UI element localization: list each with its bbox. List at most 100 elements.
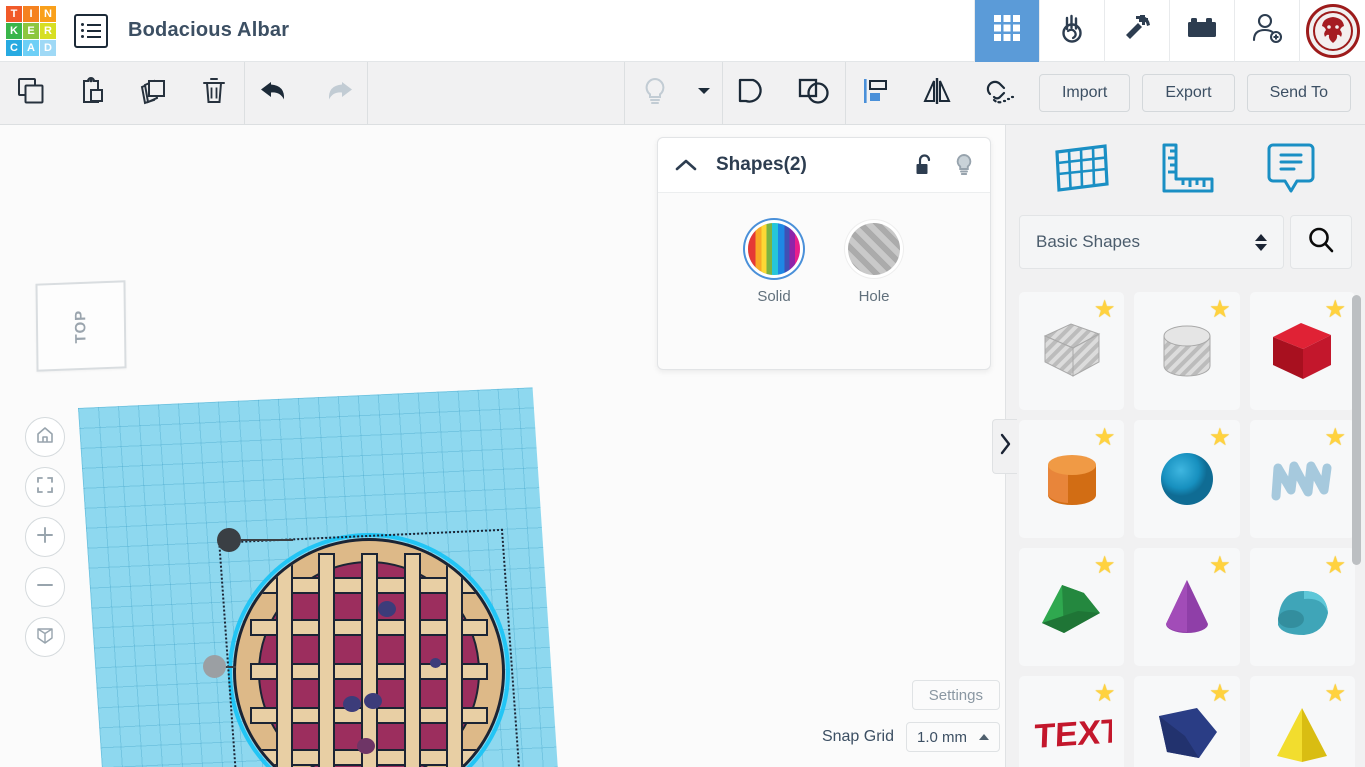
shapes-sidebar: Basic Shapes ★ ★ ★ ★ ★ ★ ★ ★ ★ TEXT ★ ★ … [1005, 125, 1365, 767]
star-icon[interactable]: ★ [1209, 298, 1231, 322]
star-icon[interactable]: ★ [1094, 298, 1116, 322]
copy-button[interactable] [0, 62, 61, 125]
shape-sphere[interactable]: ★ [1134, 420, 1240, 538]
shape-box-hole[interactable]: ★ [1019, 292, 1125, 410]
workplane-tool[interactable] [1045, 139, 1117, 201]
star-icon[interactable]: ★ [1094, 426, 1116, 450]
chevron-up-icon[interactable] [674, 157, 698, 173]
export-button[interactable]: Export [1142, 74, 1235, 112]
star-icon[interactable]: ★ [1324, 682, 1346, 706]
top-nav [974, 0, 1365, 62]
delete-button[interactable] [183, 62, 244, 125]
copy-icon [16, 76, 46, 111]
corner-handle-nw[interactable] [217, 528, 241, 552]
star-icon[interactable]: ★ [1209, 426, 1231, 450]
tab-circuits[interactable] [1039, 0, 1104, 62]
star-icon[interactable]: ★ [1209, 682, 1231, 706]
side-handle-w[interactable] [203, 655, 226, 678]
star-icon[interactable]: ★ [1324, 298, 1346, 322]
logo-cell-n: N [40, 5, 56, 22]
grid-icon [992, 13, 1022, 48]
mirror-flip-icon [921, 76, 953, 111]
viewport-bottom-controls: Settings Snap Grid 1.0 mm [660, 680, 1000, 752]
shape-polygon[interactable]: ★ [1134, 676, 1240, 767]
settings-button[interactable]: Settings [911, 680, 1000, 710]
align-button[interactable] [846, 62, 907, 125]
shape-box[interactable]: ★ [1249, 292, 1355, 410]
shape-search-button[interactable] [1290, 215, 1352, 269]
sidebar-scrollbar[interactable] [1352, 295, 1361, 565]
zoom-out-button[interactable] [25, 567, 65, 607]
shape-scribble[interactable]: ★ [1249, 420, 1355, 538]
ruler-tool[interactable] [1150, 139, 1222, 201]
history-tools [245, 62, 367, 125]
view-cube[interactable]: TOP [35, 280, 127, 372]
plus-icon [35, 525, 55, 550]
snap-grid-label: Snap Grid [821, 728, 894, 745]
shape-roof[interactable]: ★ [1019, 548, 1125, 666]
logo-cell-r: R [40, 22, 56, 39]
shape-cone[interactable]: ★ [1134, 548, 1240, 666]
import-button[interactable]: Import [1038, 74, 1131, 112]
shape-cylinder[interactable]: ★ [1019, 420, 1125, 538]
magnet-snap-icon [981, 76, 1015, 111]
undo-arrow-icon [259, 78, 293, 109]
star-icon[interactable]: ★ [1094, 682, 1116, 706]
zoom-in-button[interactable] [25, 517, 65, 557]
star-icon[interactable]: ★ [1094, 554, 1116, 578]
list-menu-icon[interactable] [74, 13, 108, 48]
snap-grid-control: Snap Grid 1.0 mm [822, 722, 1000, 752]
solid-swatch[interactable]: Solid [748, 223, 800, 305]
group-button[interactable] [723, 62, 784, 125]
shape-dome[interactable]: ★ [1249, 548, 1355, 666]
perspective-toggle-button[interactable] [25, 617, 65, 657]
viewport-nav-controls [25, 417, 65, 657]
shape-category-select[interactable]: Basic Shapes [1019, 215, 1284, 269]
page-title: Bodacious Albar [128, 19, 290, 41]
tab-codeblocks[interactable] [1104, 0, 1169, 62]
toolbar-actions: Import Export Send To [1038, 74, 1365, 112]
hole-swatch-label: Hole [858, 288, 890, 305]
top-bar: TIN KER CAD Bodacious Albar [0, 0, 1365, 62]
tab-3d-designs[interactable] [974, 0, 1039, 62]
hole-swatch[interactable]: Hole [848, 223, 900, 305]
lightbulb-icon[interactable] [954, 153, 974, 177]
note-tool[interactable] [1255, 139, 1327, 201]
light-dropdown-button[interactable] [686, 62, 722, 125]
lightbulb-icon [641, 76, 669, 111]
star-icon[interactable]: ★ [1324, 554, 1346, 578]
magnet-button[interactable] [968, 62, 1029, 125]
star-icon[interactable]: ★ [1209, 554, 1231, 578]
tab-bricks[interactable] [1169, 0, 1234, 62]
hole-swatch-color [848, 223, 900, 275]
duplicate-icon [138, 76, 168, 111]
sidebar-collapse-tab[interactable] [992, 419, 1017, 474]
duplicate-button[interactable] [122, 62, 183, 125]
fit-view-button[interactable] [25, 467, 65, 507]
tinkercad-app: TINKERCAD Bodacious Albar Import Export … [0, 0, 1365, 767]
logo-cell-i: I [23, 5, 39, 22]
ungroup-button[interactable] [784, 62, 845, 125]
logo-cell-e: E [23, 22, 39, 39]
circuit-hand-icon [1055, 11, 1089, 50]
snap-grid-select[interactable]: 1.0 mm [905, 722, 1000, 752]
undo-button[interactable] [245, 62, 306, 125]
star-icon[interactable]: ★ [1324, 426, 1346, 450]
spinner-icon [1255, 233, 1267, 251]
tab-add-user[interactable] [1234, 0, 1299, 62]
home-view-button[interactable] [25, 417, 65, 457]
logo-cell-k: K [6, 22, 22, 39]
unlock-icon[interactable] [914, 153, 934, 177]
toolbar-divider [367, 61, 368, 125]
redo-button [306, 62, 367, 125]
caret-up-icon [979, 734, 989, 740]
shape-cylinder-hole[interactable]: ★ [1134, 292, 1240, 410]
avatar[interactable] [1299, 0, 1365, 62]
send-to-button[interactable]: Send To [1246, 74, 1351, 112]
paste-button[interactable] [61, 62, 122, 125]
mirror-button[interactable] [907, 62, 968, 125]
shape-text[interactable]: TEXT ★ [1019, 676, 1125, 767]
shape-pyramid[interactable]: ★ [1249, 676, 1355, 767]
view-cube-face[interactable]: TOP [35, 280, 127, 372]
tinkercad-logo[interactable]: TIN KER CAD [0, 0, 62, 62]
